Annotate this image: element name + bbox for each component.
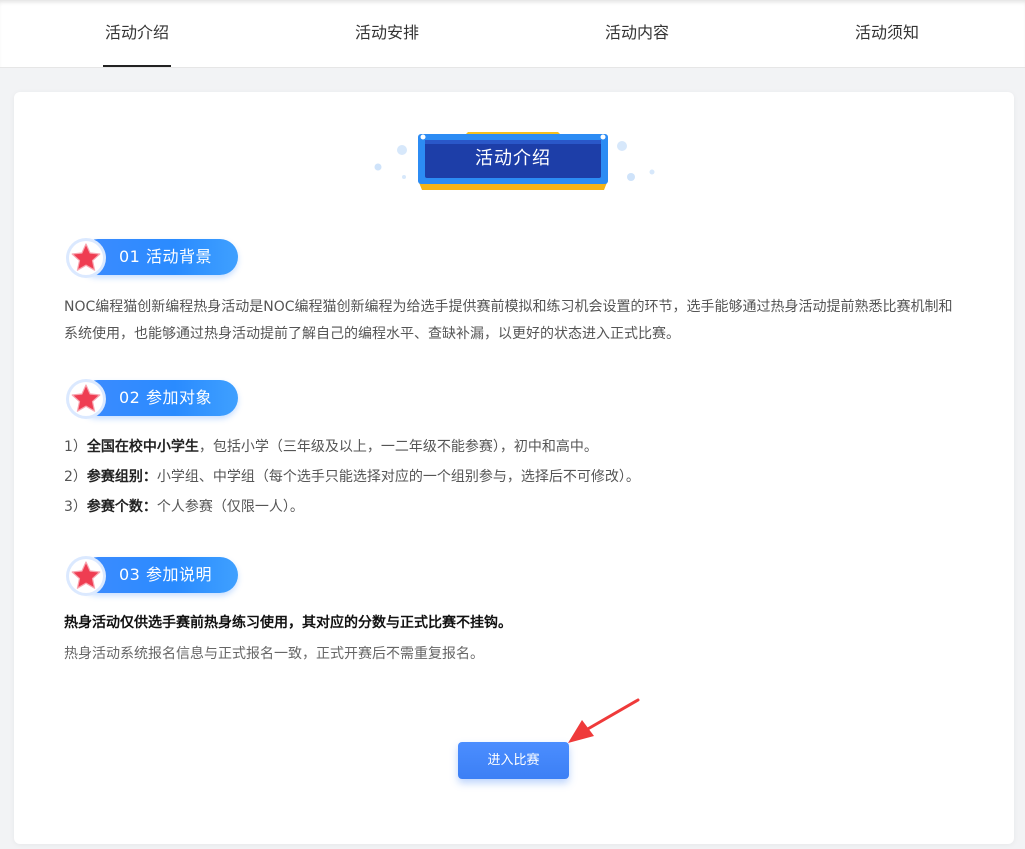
list-prefix: 3）	[64, 499, 87, 515]
section-title-instructions: 03 参加说明	[119, 565, 212, 584]
section-title-background: 01 活动背景	[119, 247, 212, 266]
list-bold: 全国在校中小学生	[86, 439, 199, 455]
list-rest: 小学组、中学组（每个选手只能选择对应的一个组别参与，选择后不可修改）。	[156, 469, 640, 485]
star-badge-icon	[66, 379, 106, 419]
list-prefix: 2）	[64, 469, 87, 485]
enter-competition-button[interactable]: 进入比赛	[458, 742, 569, 779]
participant-item-3: 3）参赛个数：个人参赛（仅限一人）。	[64, 497, 304, 517]
banner-title: 活动介绍	[475, 148, 551, 169]
list-prefix: 1）	[64, 439, 87, 455]
tab-activity-intro[interactable]: 活动介绍	[102, 0, 172, 67]
list-bold: 参赛个数：	[86, 499, 157, 515]
background-paragraph: NOC编程猫创新编程热身活动是NOC编程猫创新编程为给选手提供赛前模拟和练习机会…	[64, 299, 953, 342]
section-header-participants: 02 参加对象	[64, 378, 240, 420]
tab-activity-content[interactable]: 活动内容	[605, 0, 669, 67]
tab-activity-schedule[interactable]: 活动安排	[355, 0, 419, 67]
instruction-plain-line: 热身活动系统报名信息与正式报名一致，正式开赛后不需重复报名。	[64, 646, 484, 662]
list-rest: ，包括小学（三年级及以上，一二年级不能参赛），初中和高中。	[198, 439, 598, 455]
star-badge-icon	[66, 556, 106, 596]
section-title-participants: 02 参加对象	[119, 388, 212, 407]
red-arrow-icon	[568, 698, 640, 743]
participant-item-2: 2）参赛组别：小学组、中学组（每个选手只能选择对应的一个组别参与，选择后不可修改…	[64, 467, 640, 487]
title-banner: 活动介绍	[368, 128, 658, 198]
participant-item-1: 1）全国在校中小学生，包括小学（三年级及以上，一二年级不能参赛），初中和高中。	[64, 437, 598, 457]
list-rest: 个人参赛（仅限一人）。	[156, 499, 304, 515]
section-header-instructions: 03 参加说明	[64, 555, 240, 597]
tab-bar: 活动介绍 活动安排 活动内容 活动须知	[0, 0, 1025, 68]
section-header-background: 01 活动背景	[64, 237, 240, 279]
instruction-bold-line: 热身活动仅供选手赛前热身练习使用，其对应的分数与正式比赛不挂钩。	[64, 615, 512, 631]
star-badge-icon	[66, 238, 106, 278]
list-bold: 参赛组别：	[86, 469, 157, 485]
tab-activity-notice[interactable]: 活动须知	[855, 0, 919, 67]
